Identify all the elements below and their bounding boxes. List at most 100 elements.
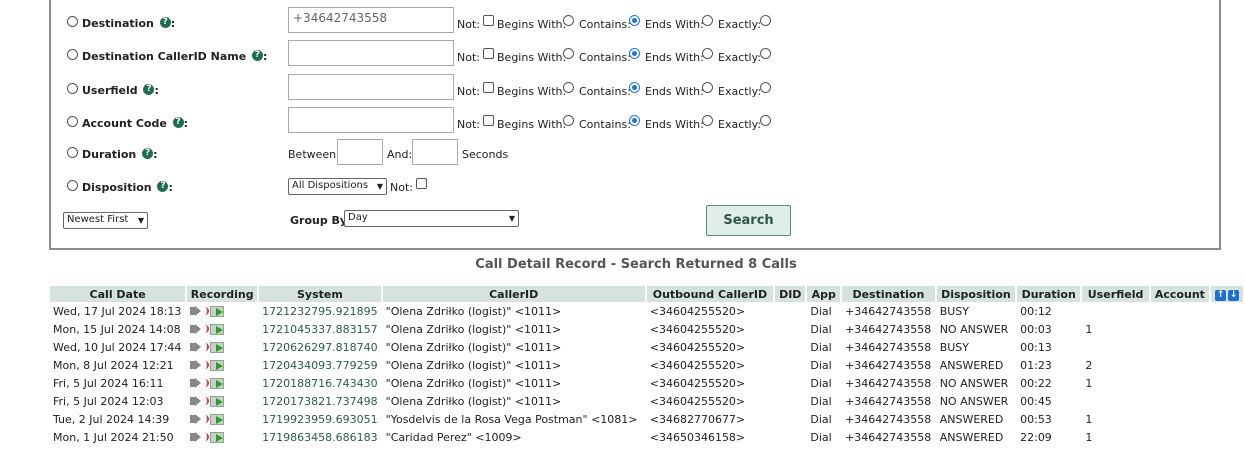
column-header[interactable]: CallerID [382, 286, 645, 302]
duration-from-input[interactable] [337, 139, 383, 165]
userfield-input[interactable] [288, 74, 454, 100]
dest-cell: +34642743558 [845, 394, 932, 408]
column-header[interactable]: Duration [1017, 286, 1081, 302]
group-by-select[interactable]: Day ▼ [344, 210, 519, 227]
help-icon[interactable]: ? [159, 17, 171, 28]
sound-wave [202, 378, 210, 387]
dur-cell: 00:45 [1020, 394, 1052, 408]
userfield-cell: 1 [1085, 376, 1093, 390]
account-code-input[interactable] [288, 107, 454, 133]
column-header[interactable]: System [259, 286, 381, 302]
did-cell [775, 374, 805, 392]
sort-order-select[interactable]: Newest First ▼ [63, 212, 148, 229]
help-icon[interactable]: ? [142, 148, 154, 159]
help-icon[interactable]: ? [157, 181, 169, 192]
download-arrow [216, 307, 224, 316]
userfield-exactly-radio[interactable] [760, 82, 771, 93]
sort-descending-icon[interactable]: ↓ [1228, 290, 1239, 301]
speaker-cone [195, 359, 202, 370]
column-header[interactable]: Outbound CallerID [646, 286, 774, 302]
help-icon[interactable]: ? [143, 84, 155, 95]
destination-callerid-name-begins-radio[interactable] [563, 48, 574, 59]
system-cell[interactable]: 1720173821.737498 [259, 392, 380, 410]
destination-callerid-name-radio[interactable] [67, 49, 78, 60]
userfield-ends-radio[interactable] [702, 82, 713, 93]
account-code-radio[interactable] [67, 116, 78, 127]
account-code-exactly-radio[interactable] [760, 115, 771, 126]
destination-callerid-name-ends-radio[interactable] [702, 48, 713, 59]
column-header[interactable]: Destination [842, 286, 935, 302]
disposition-select[interactable]: All Dispositions ▼ [288, 178, 387, 195]
account-cell [1151, 428, 1209, 446]
system-cell[interactable]: 1720434093.779259 [259, 356, 380, 374]
column-header[interactable]: Disposition [936, 286, 1016, 302]
help-icon[interactable]: ? [172, 117, 184, 128]
system-cell[interactable]: 1721045337.883157 [259, 320, 380, 338]
system-cell[interactable]: 1720626297.818740 [259, 338, 380, 356]
spacer-cell [1211, 392, 1243, 410]
userfield-contains-radio[interactable] [629, 82, 640, 93]
spacer-cell [1211, 302, 1243, 320]
account-code-not-checkbox[interactable] [483, 115, 494, 126]
recording-cell [187, 302, 257, 320]
destination-ends-radio[interactable] [702, 15, 713, 26]
system-cell[interactable]: 1721232795.921895 [259, 302, 380, 320]
callerid-cell: "Olena Zdriłko (logist)" <1011> [385, 304, 562, 318]
system-cell[interactable]: 1720188716.743430 [259, 374, 380, 392]
userfield-radio[interactable] [67, 83, 78, 94]
destination-radio[interactable] [67, 16, 78, 27]
help-icon[interactable]: ? [252, 50, 264, 61]
search-button[interactable]: Search [706, 205, 791, 236]
spacer-cell [1211, 356, 1243, 374]
results-caption: Call Detail Record - Search Returned 8 C… [475, 257, 797, 272]
dur-cell: 22:09 [1020, 430, 1052, 444]
download-arrow [216, 325, 224, 334]
date-cell: Wed, 17 Jul 2024 18:13 [53, 304, 182, 318]
destination-callerid-name-exactly-radio[interactable] [760, 48, 771, 59]
destination-begins-radio[interactable] [563, 15, 574, 26]
disposition-radio[interactable] [67, 180, 78, 191]
sort-ascending-icon[interactable]: ↑ [1215, 290, 1226, 301]
destination-callerid-name-input[interactable] [288, 40, 454, 66]
destination-callerid-name-not-checkbox[interactable] [483, 48, 494, 59]
destination-begins-label: Begins With: [497, 18, 567, 31]
destination-contains-radio[interactable] [629, 15, 640, 26]
userfield-cell: 1 [1085, 322, 1093, 336]
date-cell: Tue, 2 Jul 2024 14:39 [53, 412, 170, 426]
column-header[interactable]: Userfield [1082, 286, 1149, 302]
app-cell: Dial [810, 322, 832, 336]
speaker-cone [195, 413, 202, 424]
disposition-not-checkbox[interactable] [416, 178, 427, 189]
destination-input[interactable]: +34642743558 [288, 7, 454, 33]
destination-callerid-name-contains-radio[interactable] [629, 48, 640, 59]
sound-wave [202, 324, 210, 333]
account-code-contains-radio[interactable] [629, 115, 640, 126]
callerid-cell: "Yosdelvis de la Rosa Vega Postman" <108… [385, 412, 638, 426]
account-code-begins-label: Begins With: [497, 118, 567, 131]
outbound-cell: <34682770677> [649, 412, 746, 426]
duration-radio[interactable] [67, 147, 78, 158]
date-cell: Fri, 5 Jul 2024 16:11 [53, 376, 164, 390]
duration-to-input[interactable] [412, 139, 458, 165]
column-header[interactable]: Call Date [50, 286, 186, 302]
column-header[interactable]: App [807, 286, 841, 302]
userfield-not-checkbox[interactable] [483, 82, 494, 93]
sound-wave [202, 342, 210, 351]
column-header[interactable]: Account [1150, 286, 1209, 302]
destination-not-checkbox[interactable] [483, 15, 494, 26]
destination-callerid-name-exactly-label: Exactly: [718, 51, 762, 64]
account-code-begins-radio[interactable] [563, 115, 574, 126]
column-header[interactable]: DID [775, 286, 806, 302]
system-cell[interactable]: 1719863458.686183 [259, 428, 380, 446]
table-row: Mon, 1 Jul 2024 21:50 1719863458.686183 "C… [50, 428, 1243, 446]
recording-cell [187, 428, 257, 446]
userfield-begins-radio[interactable] [563, 82, 574, 93]
system-cell[interactable]: 1719923959.693051 [259, 410, 380, 428]
account-code-ends-radio[interactable] [702, 115, 713, 126]
destination-exactly-radio[interactable] [760, 15, 771, 26]
recording-cell [187, 374, 257, 392]
account-cell [1151, 374, 1209, 392]
chevron-down-icon: ▼ [137, 216, 144, 225]
column-header[interactable]: Recording [187, 286, 258, 302]
outbound-cell: <34604255520> [649, 340, 746, 354]
